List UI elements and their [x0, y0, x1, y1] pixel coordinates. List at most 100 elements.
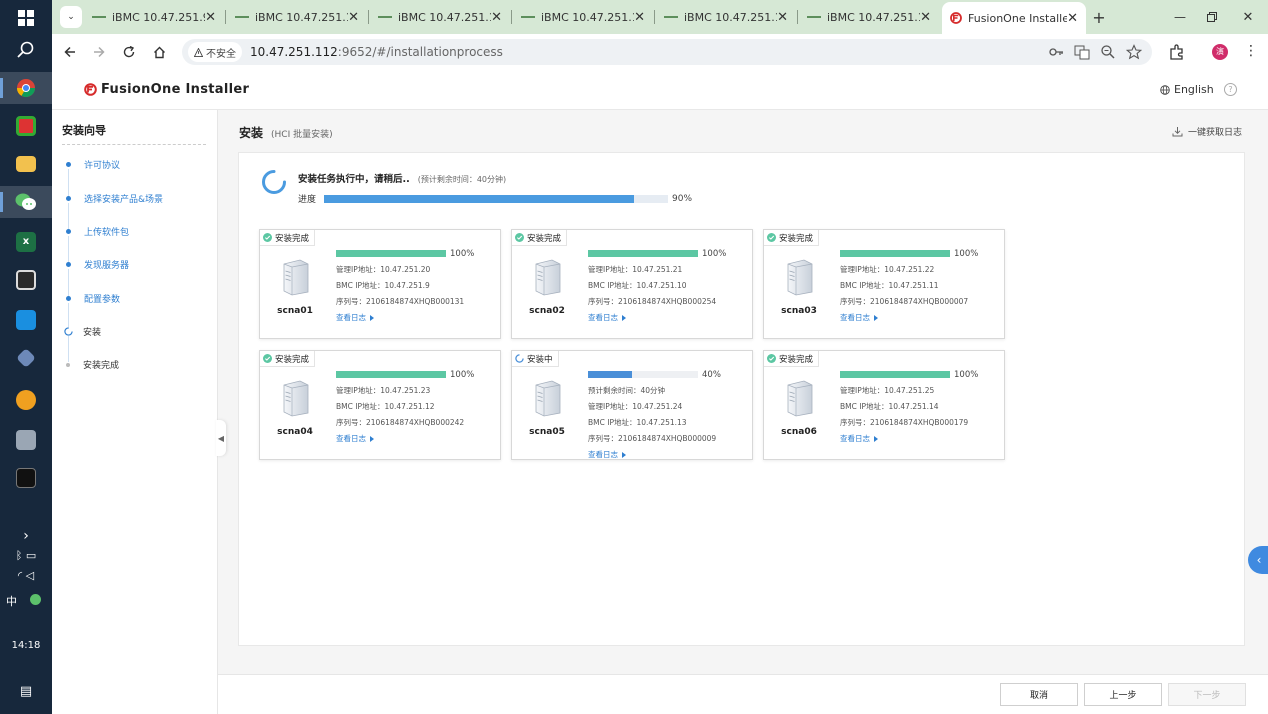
close-tab-icon[interactable]: ✕: [777, 10, 788, 25]
node-name: scna06: [781, 427, 817, 437]
profile-avatar[interactable]: 演: [1212, 44, 1228, 60]
close-tab-icon[interactable]: ✕: [348, 10, 359, 25]
browser-tab[interactable]: iBMC 10.47.251.14✕: [799, 4, 939, 30]
tab-search-icon[interactable]: ⌄: [60, 6, 82, 28]
node-name: scna04: [277, 427, 313, 437]
node-info-line: BMC IP地址：10.47.251.14: [840, 402, 939, 411]
cancel-button[interactable]: 取消: [1000, 683, 1078, 706]
browser-toolbar: 不安全 10.47.251.112:9652/#/installationpro…: [52, 34, 1268, 70]
excel-icon[interactable]: x: [8, 226, 44, 258]
close-tab-icon[interactable]: ✕: [205, 10, 216, 25]
close-window-icon[interactable]: ✕: [1240, 6, 1256, 28]
view-log-link[interactable]: 查看日志: [840, 312, 879, 323]
tool-app-icon[interactable]: [8, 384, 44, 416]
close-tab-icon[interactable]: ✕: [1067, 11, 1078, 26]
show-hidden-icons-icon[interactable]: ›: [0, 528, 52, 544]
node-info-line: 序列号：2106184874XHQB000179: [840, 418, 969, 427]
wizard-step[interactable]: 配置参数: [66, 292, 120, 305]
slides-app-icon[interactable]: [8, 110, 44, 142]
view-log-link[interactable]: 查看日志: [840, 433, 879, 444]
node-progress-percent: 100%: [954, 249, 979, 259]
network-app-icon[interactable]: [8, 424, 44, 456]
loading-spinner-icon: [262, 170, 286, 194]
node-name: scna03: [781, 306, 817, 316]
zoom-icon[interactable]: [1100, 44, 1116, 60]
node-card: 安装完成 scna02 100% 管理IP地址：10.47.251.21 BMC IP地…: [511, 229, 753, 339]
close-tab-icon[interactable]: ✕: [491, 10, 502, 25]
wifi-volume-icon[interactable]: ◜ ◁: [0, 569, 52, 582]
view-log-link[interactable]: 查看日志: [336, 312, 375, 323]
next-step-button[interactable]: 下一步: [1168, 683, 1246, 706]
restore-icon[interactable]: [1204, 6, 1220, 28]
wizard-step[interactable]: 发现服务器: [66, 258, 129, 271]
view-log-label: 查看日志: [336, 313, 366, 322]
caret-right-icon: [622, 314, 626, 321]
get-all-logs-button[interactable]: 一键获取日志: [1172, 125, 1242, 138]
home-icon[interactable]: [149, 42, 169, 62]
wizard-step[interactable]: 许可协议: [66, 158, 120, 171]
view-log-label: 查看日志: [840, 434, 870, 443]
browser-tab-label: iBMC 10.47.251.9: [112, 10, 206, 24]
wizard-step[interactable]: 上传软件包: [66, 225, 129, 238]
minimize-icon[interactable]: —: [1172, 6, 1188, 28]
translate-icon[interactable]: [1074, 44, 1090, 60]
wechat-tray-icon[interactable]: [30, 594, 41, 605]
view-log-link[interactable]: 查看日志: [588, 449, 627, 460]
browser-tab[interactable]: iBMC 10.47.251.11✕: [370, 4, 510, 30]
sidebar-divider: [62, 144, 206, 145]
node-info-line: 管理IP地址：10.47.251.20: [336, 265, 431, 274]
wizard-step[interactable]: 选择安装产品&场景: [66, 192, 163, 205]
node-progress-bar: [336, 250, 446, 257]
wechat-icon[interactable]: [0, 186, 52, 218]
address-bar[interactable]: 不安全 10.47.251.112:9652/#/installationpro…: [182, 39, 1152, 65]
overall-status: 安装任务执行中，请稍后.. (预计剩余时间：40分钟): [298, 171, 506, 185]
expand-side-panel-button[interactable]: ‹: [1248, 546, 1268, 574]
bookmark-star-icon[interactable]: [1126, 44, 1142, 60]
ime-indicator[interactable]: 中: [0, 593, 52, 609]
browser-tab-label: iBMC 10.47.251.13: [684, 10, 777, 24]
remote-desktop-icon[interactable]: [8, 304, 44, 336]
node-status-badge: 安装完成: [512, 230, 568, 246]
terminal-icon[interactable]: [8, 462, 44, 494]
browser-tab[interactable]: iBMC 10.47.251.9 ✕: [84, 4, 224, 30]
file-explorer-icon[interactable]: [8, 148, 44, 180]
reload-icon[interactable]: [119, 42, 139, 62]
notification-icon[interactable]: ▤: [0, 684, 52, 699]
clock[interactable]: 14:18: [0, 640, 52, 651]
fusionone-favicon-icon: [950, 12, 962, 24]
browser-tab[interactable]: iBMC 10.47.251.12✕: [513, 4, 653, 30]
node-progress-fill: [588, 371, 632, 378]
close-tab-icon[interactable]: ✕: [920, 10, 931, 25]
browser-menu-icon[interactable]: ⋮: [1242, 43, 1260, 61]
browser-tab[interactable]: iBMC 10.47.251.13✕: [656, 4, 796, 30]
browser-tab[interactable]: FusionOne Installer ✕: [942, 2, 1086, 34]
page-title: 安装 (HCI 批量安装): [239, 124, 333, 141]
collapse-sidebar-handle[interactable]: ◀: [216, 420, 226, 456]
virtualbox-icon[interactable]: [8, 342, 44, 374]
caret-right-icon: [874, 314, 878, 321]
forward-icon[interactable]: [89, 42, 109, 62]
browser-tab[interactable]: iBMC 10.47.251.10✕: [227, 4, 367, 30]
previous-step-button[interactable]: 上一步: [1084, 683, 1162, 706]
close-tab-icon[interactable]: ✕: [634, 10, 645, 25]
security-indicator[interactable]: 不安全: [188, 42, 242, 62]
ibmc-favicon-icon: [378, 16, 392, 18]
windows-start-icon[interactable]: [8, 2, 44, 34]
language-switch[interactable]: English: [1160, 83, 1214, 96]
view-log-link[interactable]: 查看日志: [588, 312, 627, 323]
extensions-icon[interactable]: [1168, 43, 1186, 61]
chrome-taskbar-icon[interactable]: [0, 72, 52, 104]
node-status-text: 安装中: [527, 354, 553, 365]
photos-app-icon[interactable]: [8, 264, 44, 296]
browser-tab-strip: ⌄ iBMC 10.47.251.9✕iBMC 10.47.251.10✕iBM…: [52, 0, 1268, 34]
node-progress-fill: [840, 371, 950, 378]
security-label: 不安全: [206, 48, 236, 60]
password-key-icon[interactable]: [1048, 44, 1064, 60]
wizard-step-label: 安装: [83, 328, 102, 338]
new-tab-icon[interactable]: +: [1090, 6, 1108, 28]
view-log-link[interactable]: 查看日志: [336, 433, 375, 444]
back-icon[interactable]: [60, 42, 80, 62]
search-icon[interactable]: [8, 34, 44, 66]
bluetooth-battery-icon[interactable]: ᛒ ▭: [0, 549, 52, 562]
help-icon[interactable]: ?: [1224, 83, 1237, 96]
